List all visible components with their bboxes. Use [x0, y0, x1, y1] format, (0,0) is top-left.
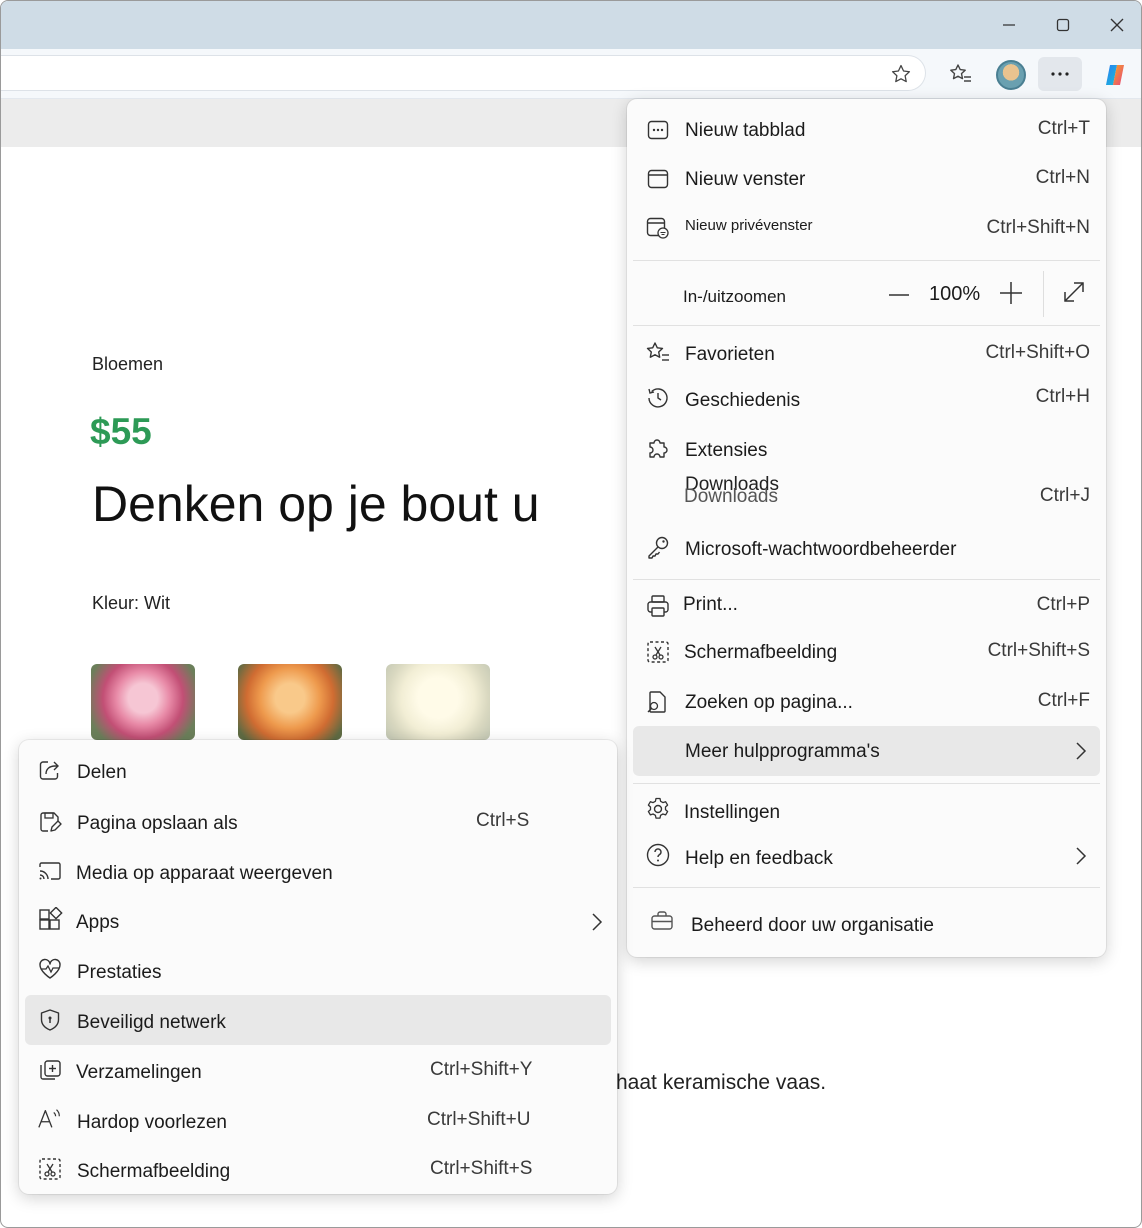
menu-item-new-window[interactable]: Nieuw venster Ctrl+N	[627, 156, 1106, 202]
menu-item-screenshot[interactable]: Schermafbeelding Ctrl+Shift+S	[627, 630, 1106, 676]
chevron-right-icon	[1068, 843, 1094, 869]
menu-item-new-tab[interactable]: Nieuw tabblad Ctrl+T	[627, 107, 1106, 153]
puzzle-icon	[645, 435, 671, 461]
menu-separator	[633, 325, 1100, 326]
chevron-right-icon	[1068, 738, 1094, 764]
heartbeat-icon	[37, 956, 63, 982]
help-icon	[645, 842, 671, 868]
flower-swatch-pink[interactable]	[91, 664, 195, 740]
zoom-value: 100%	[929, 283, 981, 305]
submenu-item-apps[interactable]: Apps	[19, 898, 617, 944]
flower-swatch-orange[interactable]	[238, 664, 342, 740]
menu-item-more-tools[interactable]: Meer hulpprogramma's	[627, 728, 1106, 774]
menu-item-downloads[interactable]: Downloads Downloads Ctrl+J	[627, 474, 1106, 520]
read-aloud-icon	[37, 1106, 63, 1132]
menu-item-password-manager[interactable]: Microsoft-wachtwoordbeheerder	[627, 526, 1106, 572]
zoom-out-icon[interactable]	[886, 282, 912, 308]
menu-item-find-on-page[interactable]: Zoeken op pagina... Ctrl+F	[627, 679, 1106, 725]
favorites-icon	[645, 340, 671, 366]
favorites-icon[interactable]	[947, 60, 975, 88]
submenu-item-performance[interactable]: Prestaties	[19, 948, 617, 994]
close-icon[interactable]	[1097, 9, 1137, 41]
product-category: Bloemen	[92, 354, 164, 374]
cast-icon	[37, 858, 63, 884]
new-window-icon	[645, 166, 671, 192]
menu-item-help-feedback[interactable]: Help en feedback	[627, 835, 1106, 881]
menu-item-print[interactable]: Print... Ctrl+P	[627, 583, 1106, 629]
settings-menu: Nieuw tabblad Ctrl+T Nieuw venster Ctrl+…	[627, 99, 1106, 957]
menu-item-extensions[interactable]: Extensies	[627, 426, 1106, 472]
screenshot-icon	[37, 1156, 63, 1182]
color-label: Kleur: Wit	[92, 593, 171, 613]
shield-icon	[37, 1007, 63, 1033]
fullscreen-icon[interactable]	[1061, 279, 1087, 305]
key-icon	[645, 534, 671, 560]
find-page-icon	[645, 689, 671, 715]
menu-separator	[633, 887, 1100, 888]
zoom-row: In-/uitzoomen 100%	[627, 269, 1106, 323]
product-description: haat keramische vaas.	[616, 1071, 827, 1094]
zoom-divider	[1043, 271, 1044, 317]
submenu-item-secure-network[interactable]: Beveiligd netwerk	[19, 998, 617, 1044]
avatar[interactable]	[996, 60, 1026, 90]
submenu-item-cast-media[interactable]: Media op apparaat weergeven	[19, 849, 617, 895]
more-tools-submenu: Delen Pagina opslaan als Ctrl+S Media op…	[19, 740, 617, 1194]
browser-window: Bloemen $55 Denken op je bout u Kleur: W…	[0, 0, 1142, 1228]
zoom-label: In-/uitzoomen	[683, 287, 786, 306]
submenu-item-share[interactable]: Delen	[19, 748, 617, 794]
collections-icon	[37, 1057, 63, 1083]
flower-swatch-white[interactable]	[386, 664, 490, 740]
favorite-star-icon[interactable]	[887, 60, 915, 88]
menu-separator	[633, 579, 1100, 580]
gear-icon	[645, 796, 671, 822]
submenu-item-screenshot[interactable]: Schermafbeelding Ctrl+Shift+S	[19, 1147, 617, 1193]
address-bar[interactable]	[1, 55, 926, 91]
apps-icon	[37, 907, 63, 933]
toolbar	[1, 49, 1141, 99]
private-window-icon	[645, 215, 671, 241]
menu-item-favorites[interactable]: Favorieten Ctrl+Shift+O	[627, 331, 1106, 377]
maximize-icon[interactable]	[1043, 9, 1083, 41]
copilot-icon[interactable]	[1100, 60, 1130, 90]
title-bar	[1, 1, 1141, 49]
product-headline: Denken op je bout u	[92, 476, 540, 532]
product-price: $55	[90, 411, 152, 452]
save-page-icon	[37, 809, 63, 835]
menu-item-settings[interactable]: Instellingen	[627, 789, 1106, 835]
menu-separator	[633, 260, 1100, 261]
briefcase-icon	[649, 908, 675, 934]
menu-item-private-window[interactable]: Nieuw privévenster Ctrl+Shift+N	[627, 205, 1106, 251]
menu-separator	[633, 783, 1100, 784]
zoom-in-icon[interactable]	[998, 280, 1024, 306]
share-icon	[37, 757, 63, 783]
submenu-item-read-aloud[interactable]: Hardop voorlezen Ctrl+Shift+U	[19, 1098, 617, 1144]
menu-item-history[interactable]: Geschiedenis Ctrl+H	[627, 377, 1106, 423]
minimize-icon[interactable]	[989, 9, 1029, 41]
printer-icon	[645, 593, 671, 619]
chevron-right-icon	[584, 909, 610, 935]
new-tab-icon	[645, 117, 671, 143]
history-icon	[645, 385, 671, 411]
submenu-item-collections[interactable]: Verzamelingen Ctrl+Shift+Y	[19, 1048, 617, 1094]
managed-by-organization[interactable]: Beheerd door uw organisatie	[627, 902, 1106, 948]
more-options-icon[interactable]	[1038, 57, 1082, 91]
screenshot-icon	[645, 639, 671, 665]
submenu-item-save-page[interactable]: Pagina opslaan als Ctrl+S	[19, 799, 617, 845]
